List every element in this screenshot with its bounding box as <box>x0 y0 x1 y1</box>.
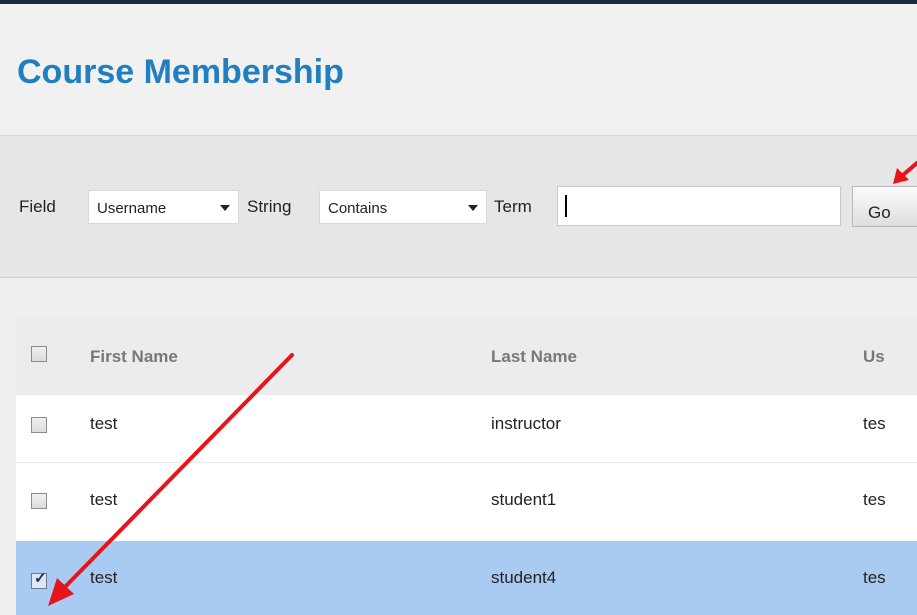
string-label: String <box>247 197 292 216</box>
first-name-cell: test <box>90 568 118 587</box>
course-membership-page: Course Membership Field Username String … <box>0 0 917 615</box>
username-cell: tes <box>863 568 886 587</box>
term-label: Term <box>494 197 532 216</box>
dropdown-arrow-icon <box>468 205 478 211</box>
row-checkbox-checked[interactable]: ✓ <box>31 570 47 589</box>
page-title: Course Membership <box>17 53 344 91</box>
first-name-cell: test <box>90 490 118 509</box>
term-input[interactable] <box>557 186 841 226</box>
table-header-row: First Name Last Name Us <box>16 318 917 395</box>
last-name-cell: student4 <box>491 568 557 587</box>
field-select-value: Username <box>97 200 167 217</box>
row-checkbox[interactable] <box>31 493 47 509</box>
string-select-value: Contains <box>328 200 388 217</box>
checkmark-icon: ✓ <box>34 570 47 587</box>
string-select[interactable]: Contains <box>319 190 487 224</box>
membership-table: First Name Last Name Us test instructor … <box>16 318 917 615</box>
column-header-first-name[interactable]: First Name <box>90 347 178 367</box>
table-row[interactable]: test instructor tes <box>16 395 917 463</box>
field-select[interactable]: Username <box>88 190 239 224</box>
username-cell: tes <box>863 414 886 433</box>
column-header-username[interactable]: Us <box>863 347 885 367</box>
table-row[interactable]: test student1 tes <box>16 463 917 541</box>
username-cell: tes <box>863 490 886 509</box>
dropdown-arrow-icon <box>220 205 230 211</box>
table-row-selected[interactable]: ✓ test student4 tes <box>16 541 917 615</box>
column-header-last-name[interactable]: Last Name <box>491 347 577 367</box>
last-name-cell: student1 <box>491 490 557 509</box>
select-all-checkbox[interactable] <box>31 346 47 362</box>
row-checkbox[interactable] <box>31 417 47 433</box>
title-area: Course Membership <box>0 4 917 136</box>
go-button[interactable]: Go <box>852 186 917 227</box>
field-label: Field <box>19 197 56 216</box>
last-name-cell: instructor <box>491 414 561 433</box>
first-name-cell: test <box>90 414 118 433</box>
text-caret <box>565 195 567 217</box>
